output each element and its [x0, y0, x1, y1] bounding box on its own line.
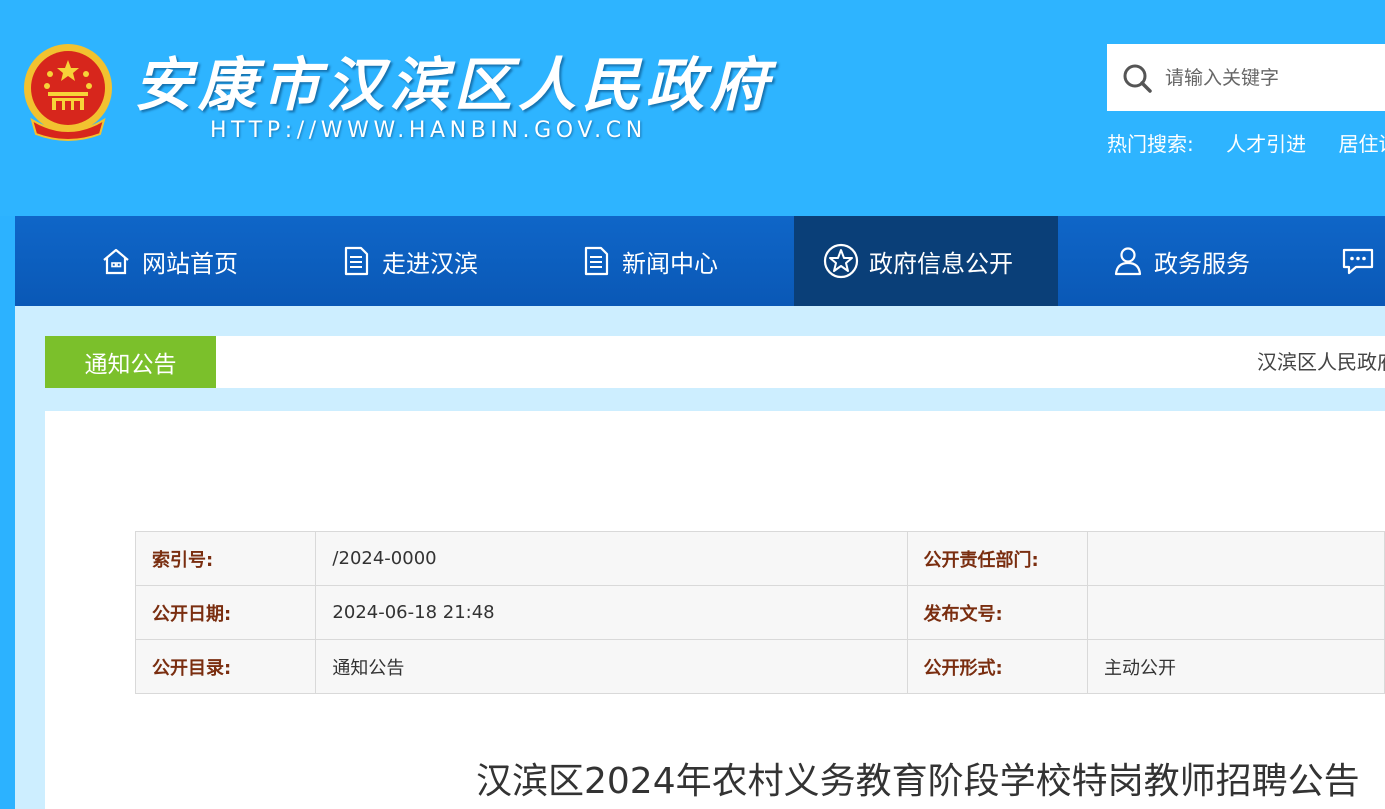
meta-key-catalog: 公开目录:	[134, 639, 317, 694]
nav-item-label: 政务服务	[1154, 249, 1250, 278]
user-icon	[1114, 247, 1142, 276]
nav-item-label: 政府信息公开	[869, 249, 1013, 278]
nav-item-services[interactable]: 政务服务	[1112, 216, 1250, 306]
nav-item-label: 走进汉滨	[382, 249, 478, 278]
national-emblem-icon	[24, 44, 112, 141]
nav-item-label: 新闻中心	[622, 249, 718, 278]
nav-item-gov-info[interactable]: 政府信息公开	[794, 216, 1058, 306]
search-icon[interactable]	[1121, 62, 1153, 94]
meta-value-doc-number	[1086, 585, 1385, 640]
meta-value-catalog: 通知公告	[315, 639, 908, 694]
chat-icon	[1342, 248, 1374, 275]
site-title[interactable]: 安康市汉滨区人民政府	[134, 38, 774, 122]
main-nav: 网站首页 走进汉滨 新闻中心 政府信息公开 政务服务	[15, 216, 1385, 306]
table-row: 公开日期: 2024-06-18 21:48 发布文号:	[134, 585, 1385, 640]
nav-item-label: 网站首页	[142, 249, 238, 278]
meta-key-date: 公开日期:	[134, 585, 317, 640]
search-box	[1107, 44, 1385, 111]
home-icon	[103, 248, 129, 275]
nav-item-about[interactable]: 走进汉滨	[340, 216, 478, 306]
meta-key-department: 公开责任部门:	[906, 531, 1088, 586]
meta-key-doc-number: 发布文号:	[906, 585, 1088, 640]
header: 安康市汉滨区人民政府 HTTP://WWW.HANBIN.GOV.CN 热门搜索…	[0, 0, 1385, 216]
hot-search: 热门搜索: 人才引进 居住证	[1107, 128, 1385, 158]
notice-tab[interactable]: 通知公告	[45, 336, 216, 388]
nav-item-interaction[interactable]	[1340, 216, 1385, 306]
meta-value-index: /2024-0000	[315, 531, 908, 586]
nav-item-home[interactable]: 网站首页	[100, 216, 238, 306]
hot-search-link[interactable]: 人才引进	[1226, 132, 1306, 156]
nav-item-news[interactable]: 新闻中心	[580, 216, 718, 306]
breadcrumb[interactable]: 汉滨区人民政府	[1257, 336, 1385, 388]
meta-key-index: 索引号:	[134, 531, 317, 586]
hot-search-label: 热门搜索:	[1107, 132, 1194, 156]
star-icon	[823, 243, 859, 279]
meta-value-date: 2024-06-18 21:48	[315, 585, 908, 640]
notice-bar: 通知公告 汉滨区人民政府	[45, 336, 1385, 388]
meta-value-disclosure-form: 主动公开	[1086, 639, 1385, 694]
info-meta-table: 索引号: /2024-0000 公开责任部门: 公开日期: 2024-06-18…	[134, 531, 1385, 694]
table-row: 索引号: /2024-0000 公开责任部门:	[134, 531, 1385, 586]
document-icon	[344, 246, 369, 276]
search-input[interactable]	[1165, 44, 1385, 111]
site-url: HTTP://WWW.HANBIN.GOV.CN	[210, 118, 647, 143]
meta-key-disclosure-form: 公开形式:	[906, 639, 1088, 694]
hot-search-link[interactable]: 居住证	[1338, 132, 1385, 156]
table-row: 公开目录: 通知公告 公开形式: 主动公开	[134, 639, 1385, 694]
article-title: 汉滨区2024年农村义务教育阶段学校特岗教师招聘公告	[476, 761, 1360, 802]
document-icon	[584, 246, 609, 276]
meta-value-department	[1086, 531, 1385, 586]
